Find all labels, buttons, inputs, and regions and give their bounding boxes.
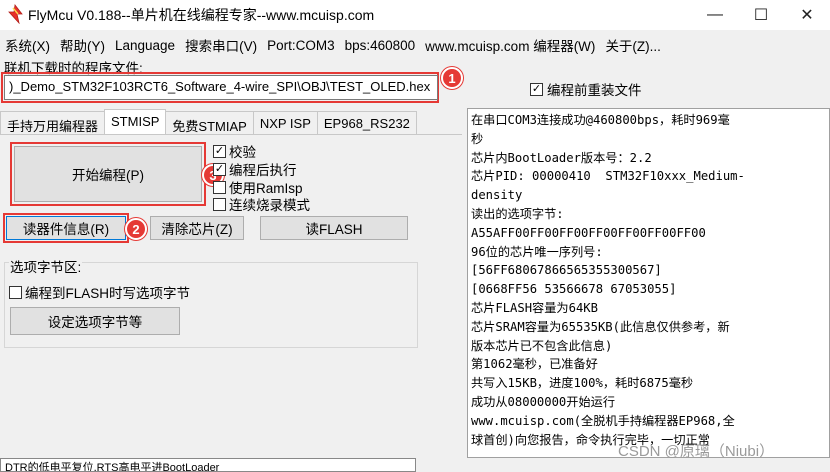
read-info-button[interactable]: 读器件信息(R) xyxy=(6,216,126,240)
log-line: 芯片SRAM容量为65535KB(此信息仅供参考，新 xyxy=(471,319,730,334)
log-output[interactable]: 在串口COM3连接成功@460800bps，耗时969毫 秒 芯片内BootLo… xyxy=(467,108,830,458)
write-option-bytes-label: 编程到FLASH时写选项字节 xyxy=(25,286,191,301)
reload-checkbox[interactable]: ✓ xyxy=(530,82,543,96)
log-line: 96位的芯片唯一序列号: xyxy=(471,244,603,259)
log-line: [56FF68067866565355300567] xyxy=(471,263,662,278)
minimize-icon: — xyxy=(707,6,723,23)
verify-option[interactable]: ✓ 校验 xyxy=(213,141,256,161)
log-line: www.mcuisp.com(全脱机手持编程器EP968,全 xyxy=(471,413,735,428)
menu-bar: 系统(X) 帮助(Y) Language 搜索串口(V) Port:COM3 b… xyxy=(0,34,830,56)
tab-nxp-isp[interactable]: NXP ISP xyxy=(252,111,318,135)
log-line: density xyxy=(471,188,523,203)
log-line: 读出的选项字节: xyxy=(471,206,564,221)
log-line: 成功从08000000开始运行 xyxy=(471,394,616,409)
log-line: A55AFF00FF00FF00FF00FF00FF00FF00 xyxy=(471,225,706,240)
close-button[interactable]: ✕ xyxy=(784,0,830,30)
run-after-label: 编程后执行 xyxy=(229,163,297,178)
menu-system[interactable]: 系统(X) xyxy=(0,35,55,55)
write-option-bytes-checkbox[interactable] xyxy=(9,285,22,299)
annotation-2: 2 xyxy=(125,218,147,240)
reload-label: 编程前重装文件 xyxy=(547,83,642,98)
tab-stmiap[interactable]: 免费STMIAP xyxy=(165,111,254,135)
menu-search-port[interactable]: 搜索串口(V) xyxy=(180,35,262,55)
annotation-1: 1 xyxy=(441,67,463,89)
menu-help[interactable]: 帮助(Y) xyxy=(55,35,110,55)
reload-option[interactable]: ✓ 编程前重装文件 xyxy=(530,79,642,99)
set-option-bytes-button[interactable]: 设定选项字节等 xyxy=(10,307,180,335)
log-line: [0668FF56 53566678 67053055] xyxy=(471,282,677,297)
log-line: 第1062毫秒，已准备好 xyxy=(471,357,598,372)
option-bytes-title: 选项字节区: xyxy=(9,256,83,276)
continuous-label: 连续烧录模式 xyxy=(229,198,310,213)
tab-stmisp[interactable]: STMISP xyxy=(104,109,167,135)
verify-label: 校验 xyxy=(229,145,256,160)
menu-programmer[interactable]: www.mcuisp.com 编程器(W) xyxy=(420,35,600,55)
tab-handheld[interactable]: 手持万用编程器 xyxy=(0,111,106,135)
menu-language[interactable]: Language xyxy=(110,38,180,53)
tab-strip: 手持万用编程器 STMISP 免费STMIAP NXP ISP EP968_RS… xyxy=(0,109,417,135)
menu-bps[interactable]: bps:460800 xyxy=(340,38,421,53)
start-program-button[interactable]: 开始编程(P) xyxy=(14,146,202,202)
erase-chip-button[interactable]: 清除芯片(Z) xyxy=(150,216,244,240)
log-line: 芯片内BootLoader版本号：2.2 xyxy=(471,150,652,165)
log-line: 版本芯片已不包含此信息) xyxy=(471,338,613,353)
app-icon xyxy=(8,4,23,24)
log-line: 秒 xyxy=(471,131,484,146)
run-after-option[interactable]: ✓ 编程后执行 xyxy=(213,159,297,179)
tab-ep968[interactable]: EP968_RS232 xyxy=(316,111,417,135)
log-line: 共写入15KB，进度100%，耗时6875毫秒 xyxy=(471,376,694,391)
continuous-checkbox[interactable] xyxy=(213,197,226,211)
maximize-button[interactable]: ☐ xyxy=(738,0,784,30)
log-line: 在串口COM3连接成功@460800bps，耗时969毫 xyxy=(471,113,730,127)
file-path-field[interactable]: )_Demo_STM32F103RCT6_Software_4-wire_SPI… xyxy=(4,75,438,100)
maximize-icon: ☐ xyxy=(753,7,769,24)
run-after-checkbox[interactable]: ✓ xyxy=(213,162,226,176)
minimize-button[interactable]: — xyxy=(692,0,738,30)
menu-about[interactable]: 关于(Z)... xyxy=(600,35,666,55)
menu-port[interactable]: Port:COM3 xyxy=(262,38,340,53)
log-line: 芯片PID: 00000410 STM32F10xxx_Medium- xyxy=(471,169,745,184)
continuous-option[interactable]: 连续烧录模式 xyxy=(213,194,310,214)
write-option-bytes-option[interactable]: 编程到FLASH时写选项字节 xyxy=(9,282,190,302)
verify-checkbox[interactable]: ✓ xyxy=(213,144,226,158)
watermark: CSDN @原璃（Niubi） xyxy=(618,443,775,460)
close-icon: ✕ xyxy=(800,7,814,24)
status-bar: DTR的低电平复位,RTS高电平进BootLoader xyxy=(0,458,416,472)
log-line: 芯片FLASH容量为64KB xyxy=(471,300,598,315)
title-bar: FlyMcu V0.188--单片机在线编程专家--www.mcuisp.com… xyxy=(0,0,830,30)
window-title: FlyMcu V0.188--单片机在线编程专家--www.mcuisp.com xyxy=(28,7,375,23)
ramisp-checkbox[interactable] xyxy=(213,180,226,194)
read-flash-button[interactable]: 读FLASH xyxy=(260,216,408,240)
